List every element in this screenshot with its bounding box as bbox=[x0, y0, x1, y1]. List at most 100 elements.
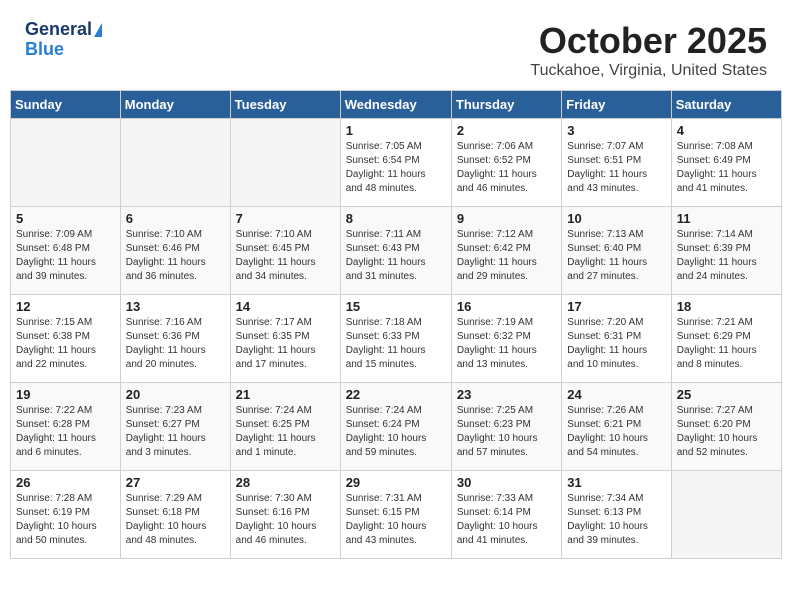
day-info: Sunrise: 7:30 AM Sunset: 6:16 PM Dayligh… bbox=[236, 492, 335, 548]
calendar-day-cell: 7Sunrise: 7:10 AM Sunset: 6:45 PM Daylig… bbox=[230, 207, 340, 295]
day-number: 22 bbox=[346, 387, 446, 402]
calendar-day-cell: 16 Sunrise: 7:19 AM Sunset: 6:32 PM Dayli… bbox=[451, 295, 561, 383]
day-number: 9 bbox=[457, 211, 556, 226]
calendar-day-cell: 19Sunrise: 7:22 AM Sunset: 6:28 PM Dayli… bbox=[11, 383, 121, 471]
weekday-header-friday: Friday bbox=[562, 91, 671, 119]
calendar-day-cell: 24 Sunrise: 7:26 AM Sunset: 6:21 PM Dayli… bbox=[562, 383, 671, 471]
day-number: 16 bbox=[457, 299, 556, 314]
calendar-day-cell: 26Sunrise: 7:28 AM Sunset: 6:19 PM Dayli… bbox=[11, 471, 121, 559]
day-number: 14 bbox=[236, 299, 335, 314]
month-title: October 2025 bbox=[530, 20, 767, 62]
calendar-day-cell: 28 Sunrise: 7:30 AM Sunset: 6:16 PM Dayli… bbox=[230, 471, 340, 559]
calendar-day-cell: 10 Sunrise: 7:13 AM Sunset: 6:40 PM Dayli… bbox=[562, 207, 671, 295]
location-text: Tuckahoe, Virginia, United States bbox=[530, 62, 767, 80]
calendar-day-cell: 2 Sunrise: 7:06 AM Sunset: 6:52 PM Daylig… bbox=[451, 119, 561, 207]
day-info: Sunrise: 7:12 AM Sunset: 6:42 PM Dayligh… bbox=[457, 228, 556, 284]
calendar-week-row: 12 Sunrise: 7:15 AM Sunset: 6:38 PM Dayli… bbox=[11, 295, 782, 383]
calendar-week-row: 5Sunrise: 7:09 AM Sunset: 6:48 PM Daylig… bbox=[11, 207, 782, 295]
day-info: Sunrise: 7:29 AM Sunset: 6:18 PM Dayligh… bbox=[126, 492, 225, 548]
calendar-day-cell: 3 Sunrise: 7:07 AM Sunset: 6:51 PM Daylig… bbox=[562, 119, 671, 207]
day-info: Sunrise: 7:24 AM Sunset: 6:25 PM Dayligh… bbox=[236, 404, 335, 460]
day-number: 21 bbox=[236, 387, 335, 402]
calendar-week-row: 19Sunrise: 7:22 AM Sunset: 6:28 PM Dayli… bbox=[11, 383, 782, 471]
calendar-day-cell: 25 Sunrise: 7:27 AM Sunset: 6:20 PM Dayli… bbox=[671, 383, 781, 471]
calendar-day-cell bbox=[671, 471, 781, 559]
day-number: 7 bbox=[236, 211, 335, 226]
day-number: 25 bbox=[677, 387, 776, 402]
calendar-day-cell: 18 Sunrise: 7:21 AM Sunset: 6:29 PM Dayli… bbox=[671, 295, 781, 383]
day-info: Sunrise: 7:19 AM Sunset: 6:32 PM Dayligh… bbox=[457, 316, 556, 372]
calendar-day-cell: 8 Sunrise: 7:11 AM Sunset: 6:43 PM Daylig… bbox=[340, 207, 451, 295]
calendar-header-row: SundayMondayTuesdayWednesdayThursdayFrid… bbox=[11, 91, 782, 119]
day-number: 12 bbox=[16, 299, 115, 314]
calendar-day-cell: 5Sunrise: 7:09 AM Sunset: 6:48 PM Daylig… bbox=[11, 207, 121, 295]
day-info: Sunrise: 7:21 AM Sunset: 6:29 PM Dayligh… bbox=[677, 316, 776, 372]
day-number: 18 bbox=[677, 299, 776, 314]
day-number: 11 bbox=[677, 211, 776, 226]
day-number: 28 bbox=[236, 475, 335, 490]
calendar-day-cell: 20Sunrise: 7:23 AM Sunset: 6:27 PM Dayli… bbox=[120, 383, 230, 471]
day-info: Sunrise: 7:07 AM Sunset: 6:51 PM Dayligh… bbox=[567, 140, 665, 196]
day-number: 13 bbox=[126, 299, 225, 314]
day-info: Sunrise: 7:16 AM Sunset: 6:36 PM Dayligh… bbox=[126, 316, 225, 372]
calendar-day-cell: 30Sunrise: 7:33 AM Sunset: 6:14 PM Dayli… bbox=[451, 471, 561, 559]
day-info: Sunrise: 7:14 AM Sunset: 6:39 PM Dayligh… bbox=[677, 228, 776, 284]
calendar-day-cell: 1 Sunrise: 7:05 AM Sunset: 6:54 PM Daylig… bbox=[340, 119, 451, 207]
day-info: Sunrise: 7:15 AM Sunset: 6:38 PM Dayligh… bbox=[16, 316, 115, 372]
day-number: 1 bbox=[346, 123, 446, 138]
calendar-table: SundayMondayTuesdayWednesdayThursdayFrid… bbox=[10, 90, 782, 559]
day-number: 2 bbox=[457, 123, 556, 138]
weekday-header-wednesday: Wednesday bbox=[340, 91, 451, 119]
calendar-day-cell: 13 Sunrise: 7:16 AM Sunset: 6:36 PM Dayli… bbox=[120, 295, 230, 383]
day-number: 30 bbox=[457, 475, 556, 490]
day-info: Sunrise: 7:11 AM Sunset: 6:43 PM Dayligh… bbox=[346, 228, 446, 284]
day-info: Sunrise: 7:26 AM Sunset: 6:21 PM Dayligh… bbox=[567, 404, 665, 460]
calendar-day-cell: 15Sunrise: 7:18 AM Sunset: 6:33 PM Dayli… bbox=[340, 295, 451, 383]
calendar-day-cell: 9 Sunrise: 7:12 AM Sunset: 6:42 PM Daylig… bbox=[451, 207, 561, 295]
calendar-day-cell: 31Sunrise: 7:34 AM Sunset: 6:13 PM Dayli… bbox=[562, 471, 671, 559]
day-info: Sunrise: 7:13 AM Sunset: 6:40 PM Dayligh… bbox=[567, 228, 665, 284]
day-info: Sunrise: 7:09 AM Sunset: 6:48 PM Dayligh… bbox=[16, 228, 115, 284]
calendar-day-cell: 14Sunrise: 7:17 AM Sunset: 6:35 PM Dayli… bbox=[230, 295, 340, 383]
calendar-day-cell: 21 Sunrise: 7:24 AM Sunset: 6:25 PM Dayli… bbox=[230, 383, 340, 471]
calendar-day-cell bbox=[120, 119, 230, 207]
day-info: Sunrise: 7:10 AM Sunset: 6:46 PM Dayligh… bbox=[126, 228, 225, 284]
day-info: Sunrise: 7:28 AM Sunset: 6:19 PM Dayligh… bbox=[16, 492, 115, 548]
day-info: Sunrise: 7:08 AM Sunset: 6:49 PM Dayligh… bbox=[677, 140, 776, 196]
day-number: 3 bbox=[567, 123, 665, 138]
day-info: Sunrise: 7:05 AM Sunset: 6:54 PM Dayligh… bbox=[346, 140, 446, 196]
calendar-day-cell: 27 Sunrise: 7:29 AM Sunset: 6:18 PM Dayli… bbox=[120, 471, 230, 559]
day-info: Sunrise: 7:34 AM Sunset: 6:13 PM Dayligh… bbox=[567, 492, 665, 548]
day-info: Sunrise: 7:22 AM Sunset: 6:28 PM Dayligh… bbox=[16, 404, 115, 460]
day-info: Sunrise: 7:24 AM Sunset: 6:24 PM Dayligh… bbox=[346, 404, 446, 460]
weekday-header-saturday: Saturday bbox=[671, 91, 781, 119]
day-number: 23 bbox=[457, 387, 556, 402]
weekday-header-sunday: Sunday bbox=[11, 91, 121, 119]
page-header: General Blue October 2025 Tuckahoe, Virg… bbox=[10, 10, 782, 85]
calendar-day-cell: 17Sunrise: 7:20 AM Sunset: 6:31 PM Dayli… bbox=[562, 295, 671, 383]
day-info: Sunrise: 7:27 AM Sunset: 6:20 PM Dayligh… bbox=[677, 404, 776, 460]
calendar-week-row: 1 Sunrise: 7:05 AM Sunset: 6:54 PM Daylig… bbox=[11, 119, 782, 207]
day-number: 15 bbox=[346, 299, 446, 314]
logo-icon bbox=[94, 23, 102, 37]
title-block: October 2025 Tuckahoe, Virginia, United … bbox=[530, 20, 767, 80]
day-number: 8 bbox=[346, 211, 446, 226]
calendar-day-cell bbox=[11, 119, 121, 207]
calendar-day-cell: 29 Sunrise: 7:31 AM Sunset: 6:15 PM Dayli… bbox=[340, 471, 451, 559]
logo-general-text: General bbox=[25, 20, 92, 40]
day-number: 29 bbox=[346, 475, 446, 490]
day-number: 27 bbox=[126, 475, 225, 490]
day-info: Sunrise: 7:25 AM Sunset: 6:23 PM Dayligh… bbox=[457, 404, 556, 460]
day-number: 20 bbox=[126, 387, 225, 402]
day-info: Sunrise: 7:31 AM Sunset: 6:15 PM Dayligh… bbox=[346, 492, 446, 548]
calendar-day-cell: 12 Sunrise: 7:15 AM Sunset: 6:38 PM Dayli… bbox=[11, 295, 121, 383]
weekday-header-thursday: Thursday bbox=[451, 91, 561, 119]
day-number: 4 bbox=[677, 123, 776, 138]
weekday-header-tuesday: Tuesday bbox=[230, 91, 340, 119]
weekday-header-monday: Monday bbox=[120, 91, 230, 119]
calendar-day-cell: 11 Sunrise: 7:14 AM Sunset: 6:39 PM Dayli… bbox=[671, 207, 781, 295]
day-number: 24 bbox=[567, 387, 665, 402]
day-number: 10 bbox=[567, 211, 665, 226]
day-number: 17 bbox=[567, 299, 665, 314]
day-info: Sunrise: 7:06 AM Sunset: 6:52 PM Dayligh… bbox=[457, 140, 556, 196]
